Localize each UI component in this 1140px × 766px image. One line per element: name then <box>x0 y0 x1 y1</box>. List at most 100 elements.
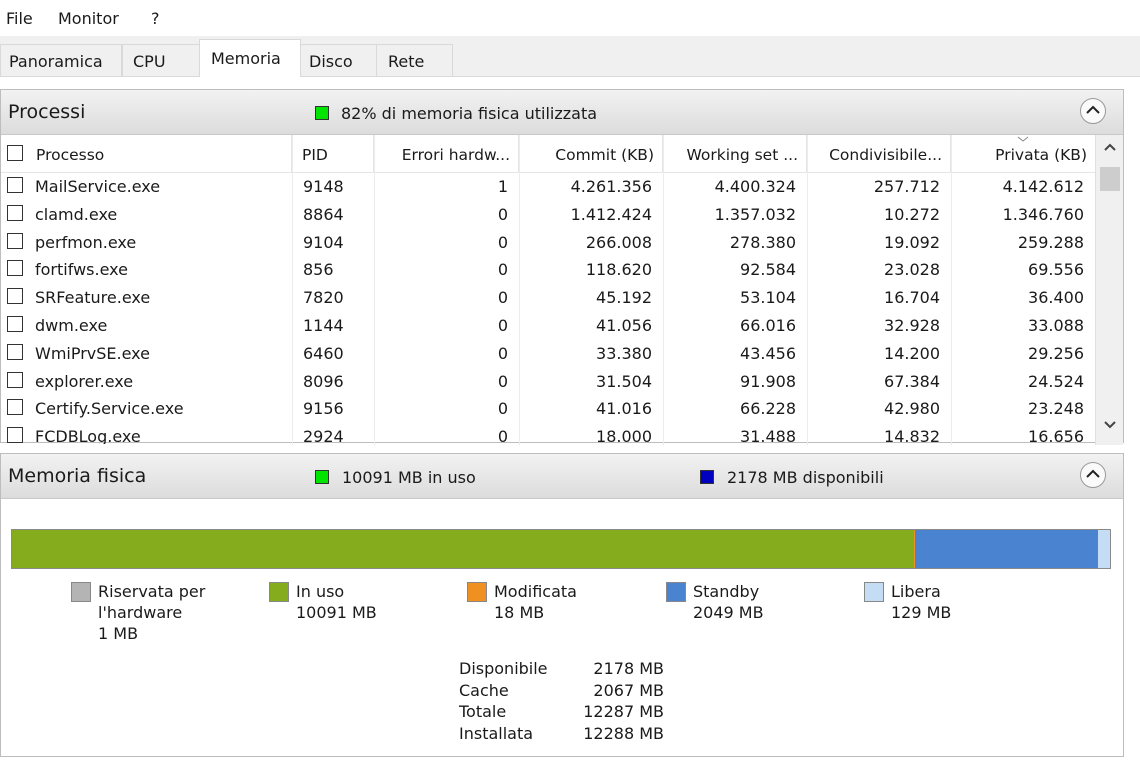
cell-name: dwm.exe <box>35 316 108 335</box>
cell-faults: 0 <box>497 343 508 363</box>
cell-pid: 856 <box>303 260 334 280</box>
menu-file[interactable]: File <box>6 9 33 28</box>
cell-pid: 2924 <box>303 427 344 444</box>
tab-disco[interactable]: Disco <box>300 44 377 76</box>
col-commit[interactable]: Commit (KB) <box>519 135 663 172</box>
cell-working: 31.488 <box>740 427 796 444</box>
cell-working: 53.104 <box>740 288 796 308</box>
menu-monitor[interactable]: Monitor <box>58 9 119 28</box>
memory-stats: Disponibile 2178 MB Cache 2067 MB Totale 12… <box>459 658 664 744</box>
column-divider <box>519 135 520 445</box>
tab-panoramica[interactable]: Panoramica <box>0 44 122 76</box>
row-checkbox[interactable] <box>7 371 23 388</box>
col-shareable[interactable]: Condivisibile... <box>807 135 951 172</box>
column-divider <box>663 135 664 445</box>
cell-working: 92.584 <box>740 260 796 280</box>
table-row[interactable]: perfmon.exe 9104 0 266.008 278.380 19.092 259.… <box>1 228 1095 256</box>
cell-private: 69.556 <box>1028 260 1084 280</box>
legend-text: In uso <box>296 582 345 601</box>
row-checkbox[interactable] <box>7 343 23 360</box>
legend-swatch <box>666 582 686 602</box>
stat-available: Disponibile 2178 MB <box>459 659 664 678</box>
col-private[interactable]: Privata (KB) <box>951 135 1095 172</box>
row-checkbox[interactable] <box>7 177 23 193</box>
process-table-scrollbar[interactable] <box>1095 135 1123 445</box>
processes-panel: Processi 82% di memoria fisica utilizzat… <box>0 89 1124 445</box>
cell-working: 43.456 <box>740 343 796 363</box>
table-row[interactable]: fortifws.exe 856 0 118.620 92.584 23.028 69.55… <box>1 255 1095 283</box>
table-row[interactable]: explorer.exe 8096 0 31.504 91.908 67.384 24.52… <box>1 367 1095 395</box>
scroll-thumb[interactable] <box>1100 167 1120 191</box>
in-use-indicator <box>315 470 329 484</box>
scroll-up-icon[interactable] <box>1104 143 1116 151</box>
cell-commit: 1.412.424 <box>570 204 652 224</box>
menu-help[interactable]: ? <box>151 9 160 28</box>
cell-faults: 0 <box>497 232 508 252</box>
row-checkbox[interactable] <box>7 232 23 249</box>
cell-shareable: 32.928 <box>884 316 940 335</box>
cell-shareable: 14.200 <box>884 343 940 363</box>
tab-strip: Panoramica CPU Memoria Disco Rete <box>0 36 1140 77</box>
cell-private: 33.088 <box>1028 316 1084 335</box>
collapse-physical-memory-button[interactable] <box>1080 462 1106 488</box>
bar-segment <box>1098 530 1110 568</box>
cell-shareable: 10.272 <box>884 204 940 224</box>
cell-name: MailService.exe <box>35 177 161 196</box>
cell-private: 4.142.612 <box>1002 177 1084 196</box>
cell-commit: 45.192 <box>596 288 652 308</box>
memory-usage-indicator <box>315 106 329 120</box>
col-working-set[interactable]: Working set ... <box>663 135 807 172</box>
legend-text: Standby <box>693 582 760 601</box>
cell-pid: 8864 <box>303 204 344 224</box>
cell-private: 16.656 <box>1028 427 1084 444</box>
tab-cpu[interactable]: CPU <box>122 44 200 76</box>
table-row[interactable]: SRFeature.exe 7820 0 45.192 53.104 16.704 36.4… <box>1 283 1095 311</box>
column-divider <box>292 135 293 445</box>
processes-header[interactable]: Processi 82% di memoria fisica utilizzat… <box>1 90 1123 135</box>
tab-rete[interactable]: Rete <box>376 44 453 76</box>
row-checkbox[interactable] <box>7 288 23 305</box>
legend-swatch <box>269 582 289 602</box>
cell-name: WmiPrvSE.exe <box>35 343 150 363</box>
cell-working: 1.357.032 <box>714 204 796 224</box>
scroll-down-icon[interactable] <box>1104 421 1116 429</box>
cell-commit: 41.056 <box>596 316 652 335</box>
column-divider <box>807 135 808 445</box>
cell-private: 259.288 <box>1017 232 1084 252</box>
tab-memoria[interactable]: Memoria <box>199 39 301 77</box>
col-processo[interactable]: Processo <box>1 135 292 172</box>
table-row[interactable]: FCDBLog.exe 2924 0 18.000 31.488 14.832 16.656 <box>1 422 1095 444</box>
cell-name: fortifws.exe <box>35 260 128 280</box>
table-row[interactable]: Certify.Service.exe 9156 0 41.016 66.228 42.9… <box>1 394 1095 422</box>
table-row[interactable]: WmiPrvSE.exe 6460 0 33.380 43.456 14.200 29.25… <box>1 339 1095 367</box>
collapse-processes-button[interactable] <box>1080 98 1106 124</box>
row-checkbox[interactable] <box>7 399 23 416</box>
row-checkbox[interactable] <box>7 204 23 221</box>
cell-private: 36.400 <box>1028 288 1084 308</box>
table-row[interactable]: clamd.exe 8864 0 1.412.424 1.357.032 10.272 1.… <box>1 200 1095 228</box>
cell-faults: 0 <box>497 371 508 391</box>
cell-name: perfmon.exe <box>35 232 137 252</box>
cell-shareable: 42.980 <box>884 399 940 419</box>
cell-pid: 6460 <box>303 343 344 363</box>
row-checkbox[interactable] <box>7 316 23 332</box>
legend-swatch <box>864 582 884 602</box>
table-row[interactable]: dwm.exe 1144 0 41.056 66.016 32.928 33.088 <box>1 311 1095 339</box>
table-row[interactable]: MailService.exe 9148 1 4.261.356 4.400.324 25… <box>1 172 1095 200</box>
stat-total: Totale 12287 MB <box>459 702 664 721</box>
cell-faults: 0 <box>497 427 508 444</box>
cell-faults: 0 <box>497 288 508 308</box>
bar-segment <box>12 530 914 568</box>
cell-working: 4.400.324 <box>714 177 796 196</box>
select-all-checkbox[interactable] <box>7 145 23 161</box>
row-checkbox[interactable] <box>7 260 23 277</box>
row-checkbox[interactable] <box>7 427 23 444</box>
cell-pid: 7820 <box>303 288 344 308</box>
column-divider <box>951 135 952 445</box>
col-hard-faults[interactable]: Errori hardw... <box>374 135 519 172</box>
cell-commit: 118.620 <box>585 260 652 280</box>
cell-name: clamd.exe <box>35 204 118 224</box>
col-pid[interactable]: PID <box>292 135 374 172</box>
physical-memory-header[interactable]: Memoria fisica 10091 MB in uso 2178 MB d… <box>1 454 1123 499</box>
stat-installed: Installata 12288 MB <box>459 723 664 743</box>
